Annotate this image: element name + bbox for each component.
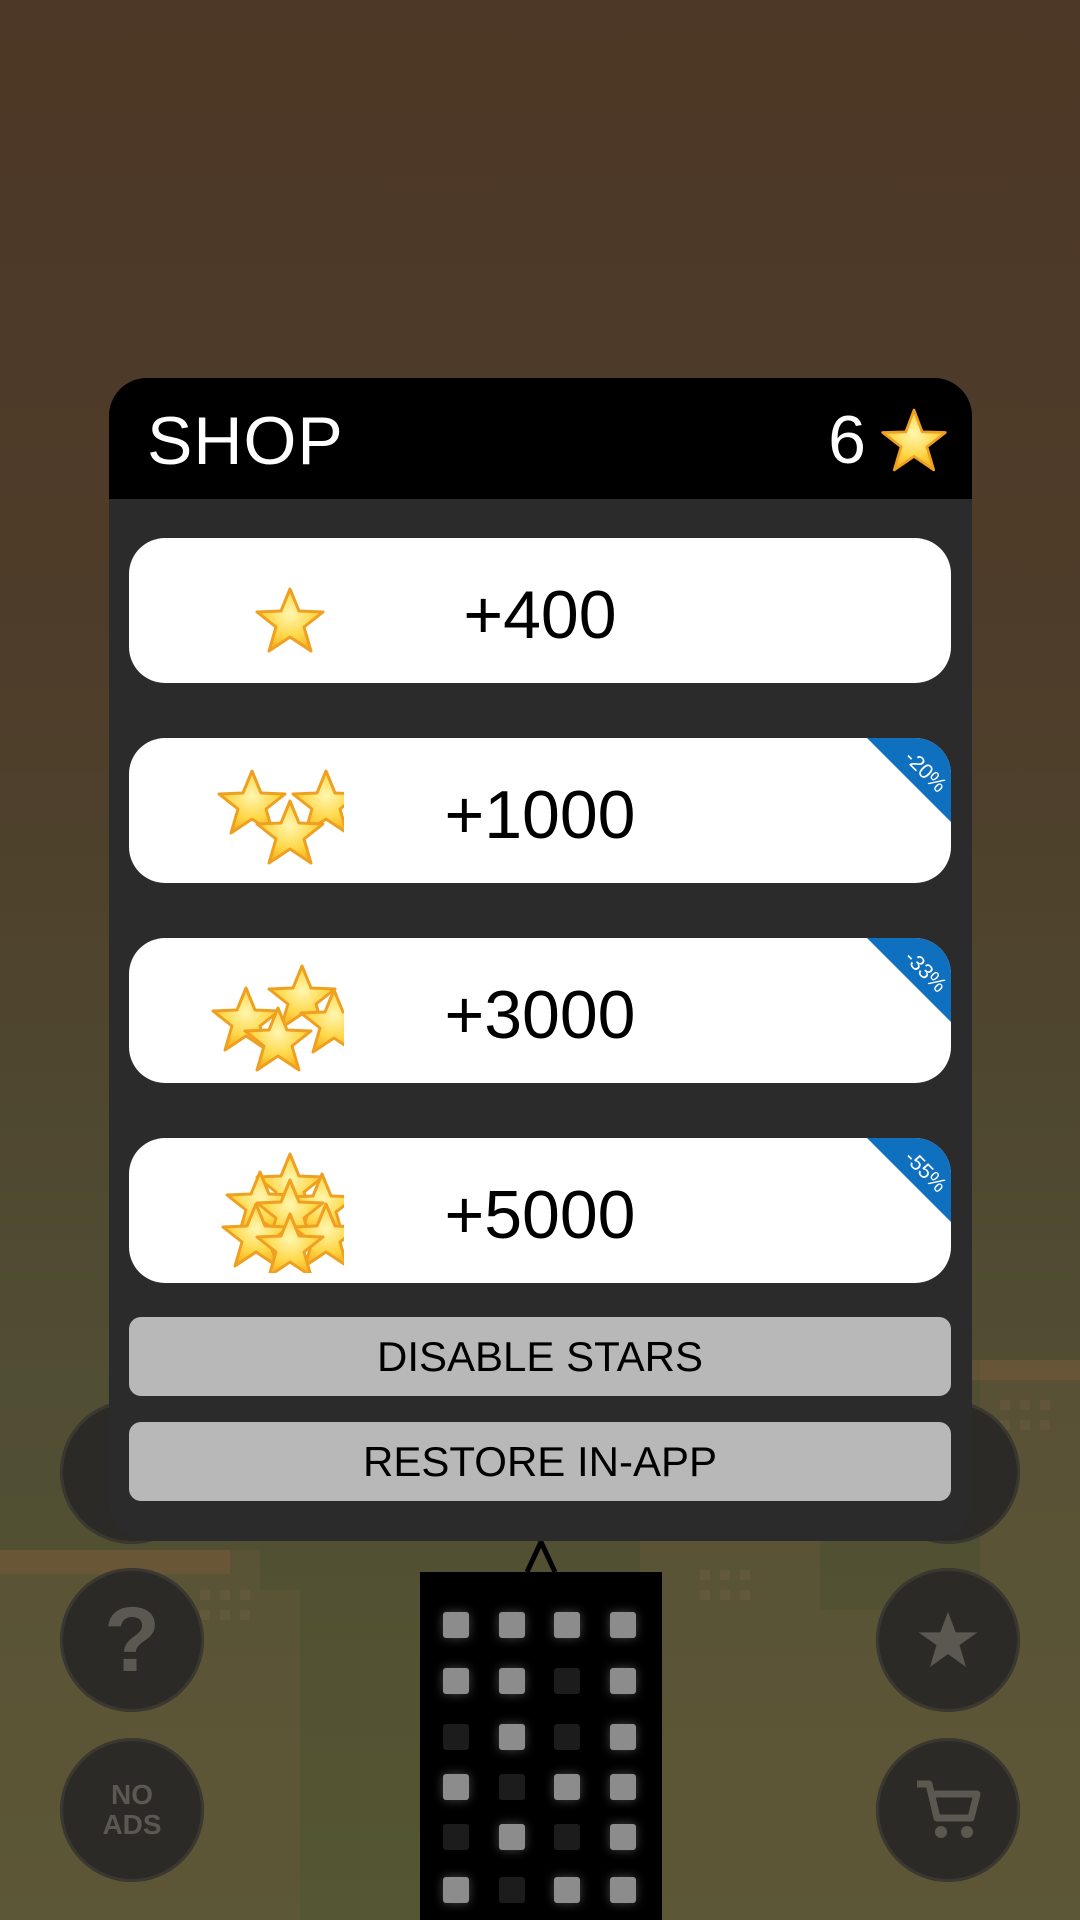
stars-button[interactable] bbox=[876, 1568, 1020, 1712]
disable-stars-button[interactable]: DISABLE STARS bbox=[129, 1317, 951, 1396]
discount-ribbon: -55% bbox=[867, 1138, 951, 1222]
star-icon bbox=[918, 1611, 978, 1667]
pack-amount: +5000 bbox=[444, 1177, 636, 1253]
discount-ribbon: -20% bbox=[867, 738, 951, 822]
help-icon: ? bbox=[103, 1588, 161, 1691]
pack-1000-button[interactable]: +1000 -20% bbox=[129, 738, 951, 883]
star-icon bbox=[881, 408, 947, 472]
star-balance-value: 6 bbox=[828, 402, 866, 478]
cart-button[interactable] bbox=[876, 1738, 1020, 1882]
no-ads-button[interactable]: NO ADS bbox=[60, 1738, 204, 1882]
shop-panel: SHOP 6 +400 +1000 -20% +3000 -33% +5000 … bbox=[109, 378, 972, 1541]
shop-title: SHOP bbox=[147, 403, 344, 479]
cart-icon bbox=[917, 1780, 981, 1838]
tower-antenna bbox=[524, 1538, 558, 1572]
pack-amount: +1000 bbox=[444, 777, 636, 853]
pack-3000-button[interactable]: +3000 -33% bbox=[129, 938, 951, 1083]
player-tower bbox=[420, 1572, 662, 1920]
discount-ribbon: -33% bbox=[867, 938, 951, 1022]
shop-header: SHOP 6 bbox=[109, 378, 972, 499]
star-balance: 6 bbox=[828, 402, 948, 478]
pack-amount: +3000 bbox=[444, 977, 636, 1053]
help-button[interactable]: ? bbox=[60, 1568, 204, 1712]
pack-amount: +400 bbox=[463, 577, 617, 653]
pack-5000-button[interactable]: +5000 -55% bbox=[129, 1138, 951, 1283]
pack-400-button[interactable]: +400 bbox=[129, 538, 951, 683]
no-ads-icon: NO ADS bbox=[102, 1779, 162, 1840]
restore-in-app-button[interactable]: RESTORE IN-APP bbox=[129, 1422, 951, 1501]
